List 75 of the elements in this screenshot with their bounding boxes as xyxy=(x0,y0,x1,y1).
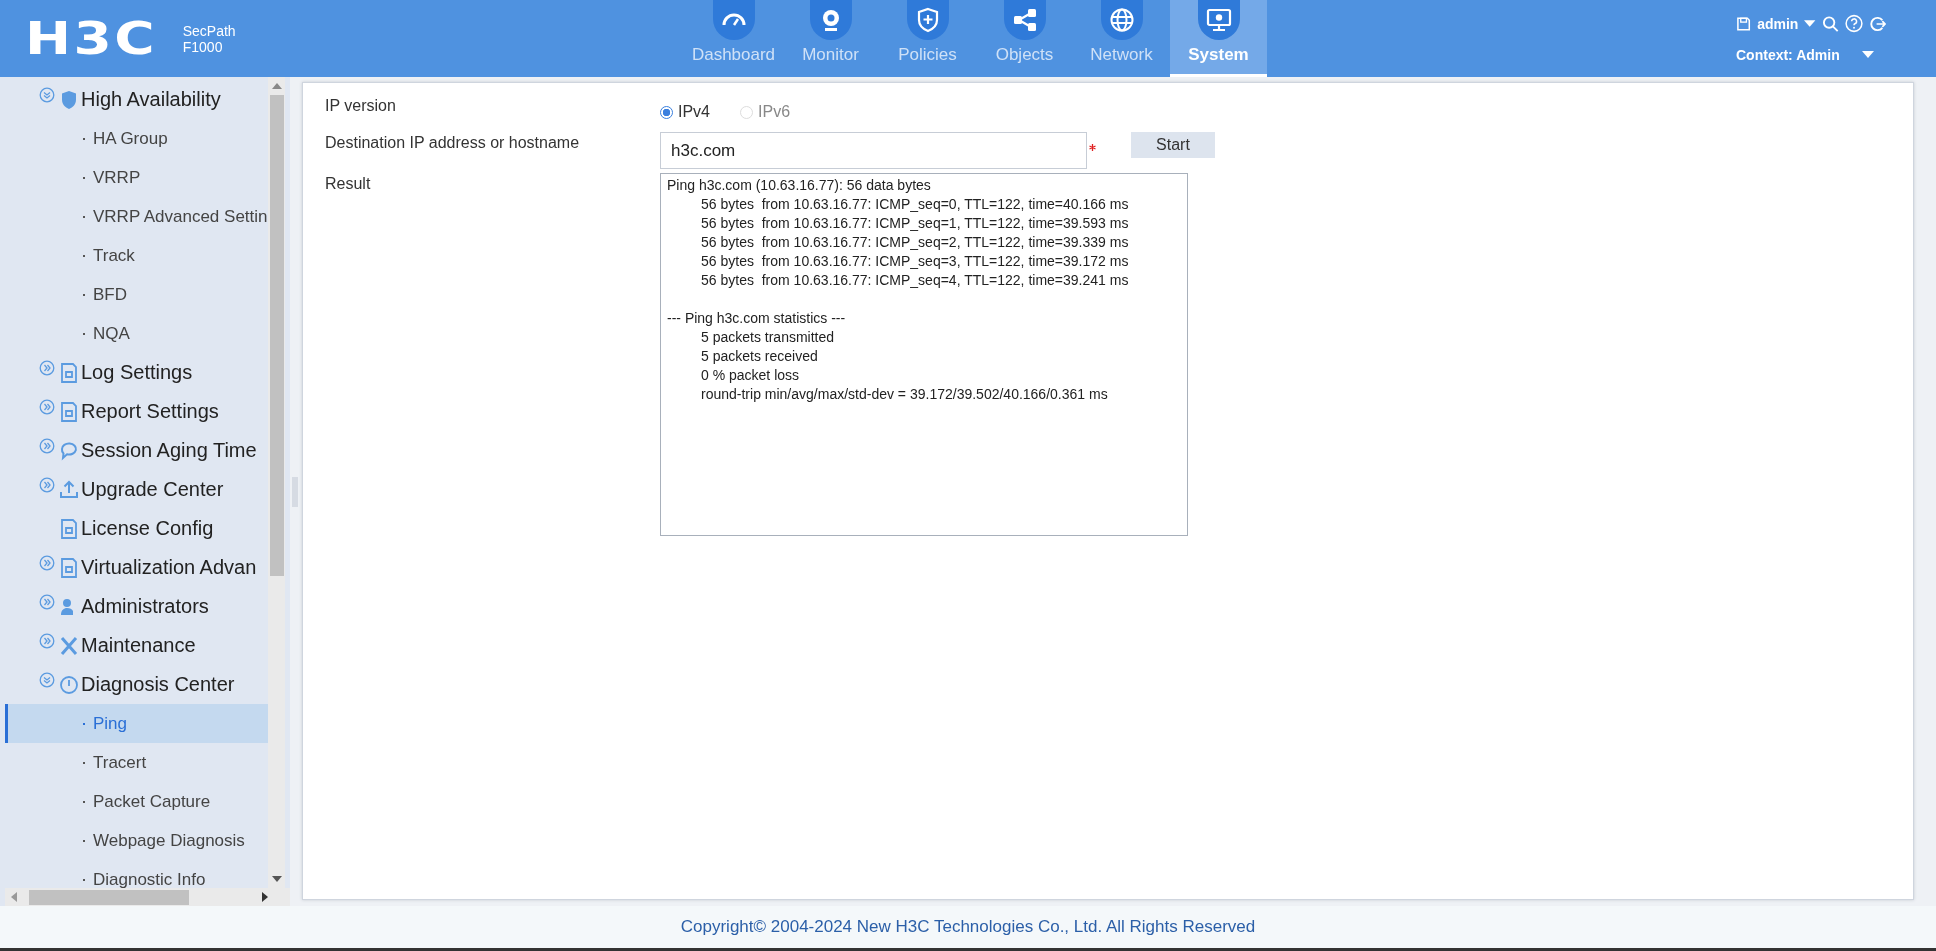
output-line: 56 bytes from 10.63.16.77: ICMP_seq=2, TTL=122, time=39.339 ms xyxy=(700,233,1130,252)
sidebar-subitem[interactable]: Diagnostic Info xyxy=(5,860,268,888)
sidebar-item[interactable]: Session Aging Time xyxy=(5,431,268,470)
menu-item-icon xyxy=(60,479,78,500)
output-line: 0 % packet loss xyxy=(700,366,801,385)
radio-option[interactable]: IPv6 xyxy=(740,103,791,121)
expand-toggle-icon[interactable] xyxy=(39,437,55,454)
scroll-up-icon[interactable] xyxy=(271,83,282,89)
output-line: 56 bytes from 10.63.16.77: ICMP_seq=1, TTL=122, time=39.593 ms xyxy=(700,214,1130,233)
output-line: 56 bytes from 10.63.16.77: ICMP_seq=0, TTL=122, time=40.166 ms xyxy=(700,195,1130,214)
radio-option[interactable]: IPv4 xyxy=(660,103,710,121)
sidebar-subitem[interactable]: Packet Capture xyxy=(5,782,268,821)
menu-item-icon xyxy=(60,89,78,110)
sidebar-subitem[interactable]: VRRP xyxy=(5,158,268,197)
sidebar-subitem[interactable]: Tracert xyxy=(5,743,268,782)
scroll-left-icon[interactable] xyxy=(11,892,17,902)
sidebar-subitem[interactable]: Track xyxy=(5,236,268,275)
product-name: F1000 xyxy=(182,38,224,55)
menu-item-icon xyxy=(60,557,78,578)
menu-item-icon xyxy=(60,635,78,656)
caret-icon[interactable] xyxy=(1861,51,1874,59)
globe-icon xyxy=(1108,7,1135,33)
field-label: Destination IP address or hostname xyxy=(325,133,581,152)
sidebar-item[interactable]: Log Settings xyxy=(5,353,268,392)
output-line: 5 packets transmitted xyxy=(700,328,836,347)
sidebar-subitem[interactable]: VRRP Advanced Settin xyxy=(5,197,268,236)
save-icon[interactable] xyxy=(1736,15,1752,32)
output-line: Ping h3c.com (10.63.16.77): 56 data bytes xyxy=(667,176,932,195)
start-button[interactable]: Start xyxy=(1131,132,1215,158)
output-line: round-trip min/avg/max/std-dev = 39.172/39.502/40.166/0.361 ms xyxy=(700,385,1109,404)
sidebar-item[interactable]: Virtualization Advan xyxy=(5,548,268,587)
copyright-text: Copyright© 2004-2024 New H3C Technologies Co., Ltd. All Rights Reserved xyxy=(680,917,1256,937)
input-field[interactable]: h3c.com xyxy=(660,132,1087,169)
logo: H3C xyxy=(25,13,158,64)
menu-item-icon xyxy=(60,674,78,695)
output-line: 56 bytes from 10.63.16.77: ICMP_seq=3, TTL=122, time=39.172 ms xyxy=(700,252,1130,271)
expand-toggle-icon[interactable] xyxy=(39,476,55,493)
sidebar-item[interactable]: Maintenance xyxy=(5,626,268,665)
scroll-down-icon[interactable] xyxy=(271,876,282,882)
sidebar-subitem[interactable]: NQA xyxy=(5,314,268,353)
caret-icon[interactable] xyxy=(1804,19,1816,28)
sidebar-item[interactable]: Upgrade Center xyxy=(5,470,268,509)
vertical-scrollbar[interactable] xyxy=(268,77,285,888)
search-icon[interactable] xyxy=(1821,14,1839,33)
field-label: Result xyxy=(325,174,372,193)
logout-icon[interactable] xyxy=(1868,14,1886,33)
sidebar-item[interactable]: Diagnosis Center xyxy=(5,665,268,704)
product-name: SecPath xyxy=(182,22,236,39)
sidebar-item[interactable]: License Config xyxy=(5,509,268,548)
collapse-handle[interactable] xyxy=(292,476,298,507)
menu-item-icon xyxy=(60,401,78,422)
expand-toggle-icon[interactable] xyxy=(39,359,55,376)
expand-toggle-icon[interactable] xyxy=(39,554,55,571)
expand-toggle-icon[interactable] xyxy=(39,671,55,688)
sidebar-item[interactable]: Report Settings xyxy=(5,392,268,431)
sidebar-item[interactable]: Administrators xyxy=(5,587,268,626)
menu-item-icon xyxy=(60,362,78,383)
field-label: IP version xyxy=(325,97,397,115)
scroll-right-icon[interactable] xyxy=(262,892,268,902)
sidebar-subitem[interactable]: BFD xyxy=(5,275,268,314)
output-line: --- Ping h3c.com statistics --- xyxy=(667,309,847,328)
expand-toggle-icon[interactable] xyxy=(39,398,55,415)
menu-item-icon xyxy=(60,518,78,539)
share-icon xyxy=(1011,7,1038,33)
sidebar-subitem[interactable]: HA Group xyxy=(5,119,268,158)
output-line: 5 packets received xyxy=(700,347,819,366)
help-icon[interactable] xyxy=(1844,14,1863,33)
expand-toggle-icon[interactable] xyxy=(39,632,55,649)
sidebar-subitem[interactable]: Webpage Diagnosis xyxy=(5,821,268,860)
horizontal-scrollbar[interactable] xyxy=(5,888,290,906)
expand-toggle-icon[interactable] xyxy=(39,593,55,610)
expand-toggle-icon[interactable] xyxy=(39,86,55,103)
menu-item-icon xyxy=(60,440,78,461)
sidebar-item[interactable]: High Availability xyxy=(5,80,268,119)
output-line: 56 bytes from 10.63.16.77: ICMP_seq=4, TTL=122, time=39.241 ms xyxy=(700,271,1130,290)
